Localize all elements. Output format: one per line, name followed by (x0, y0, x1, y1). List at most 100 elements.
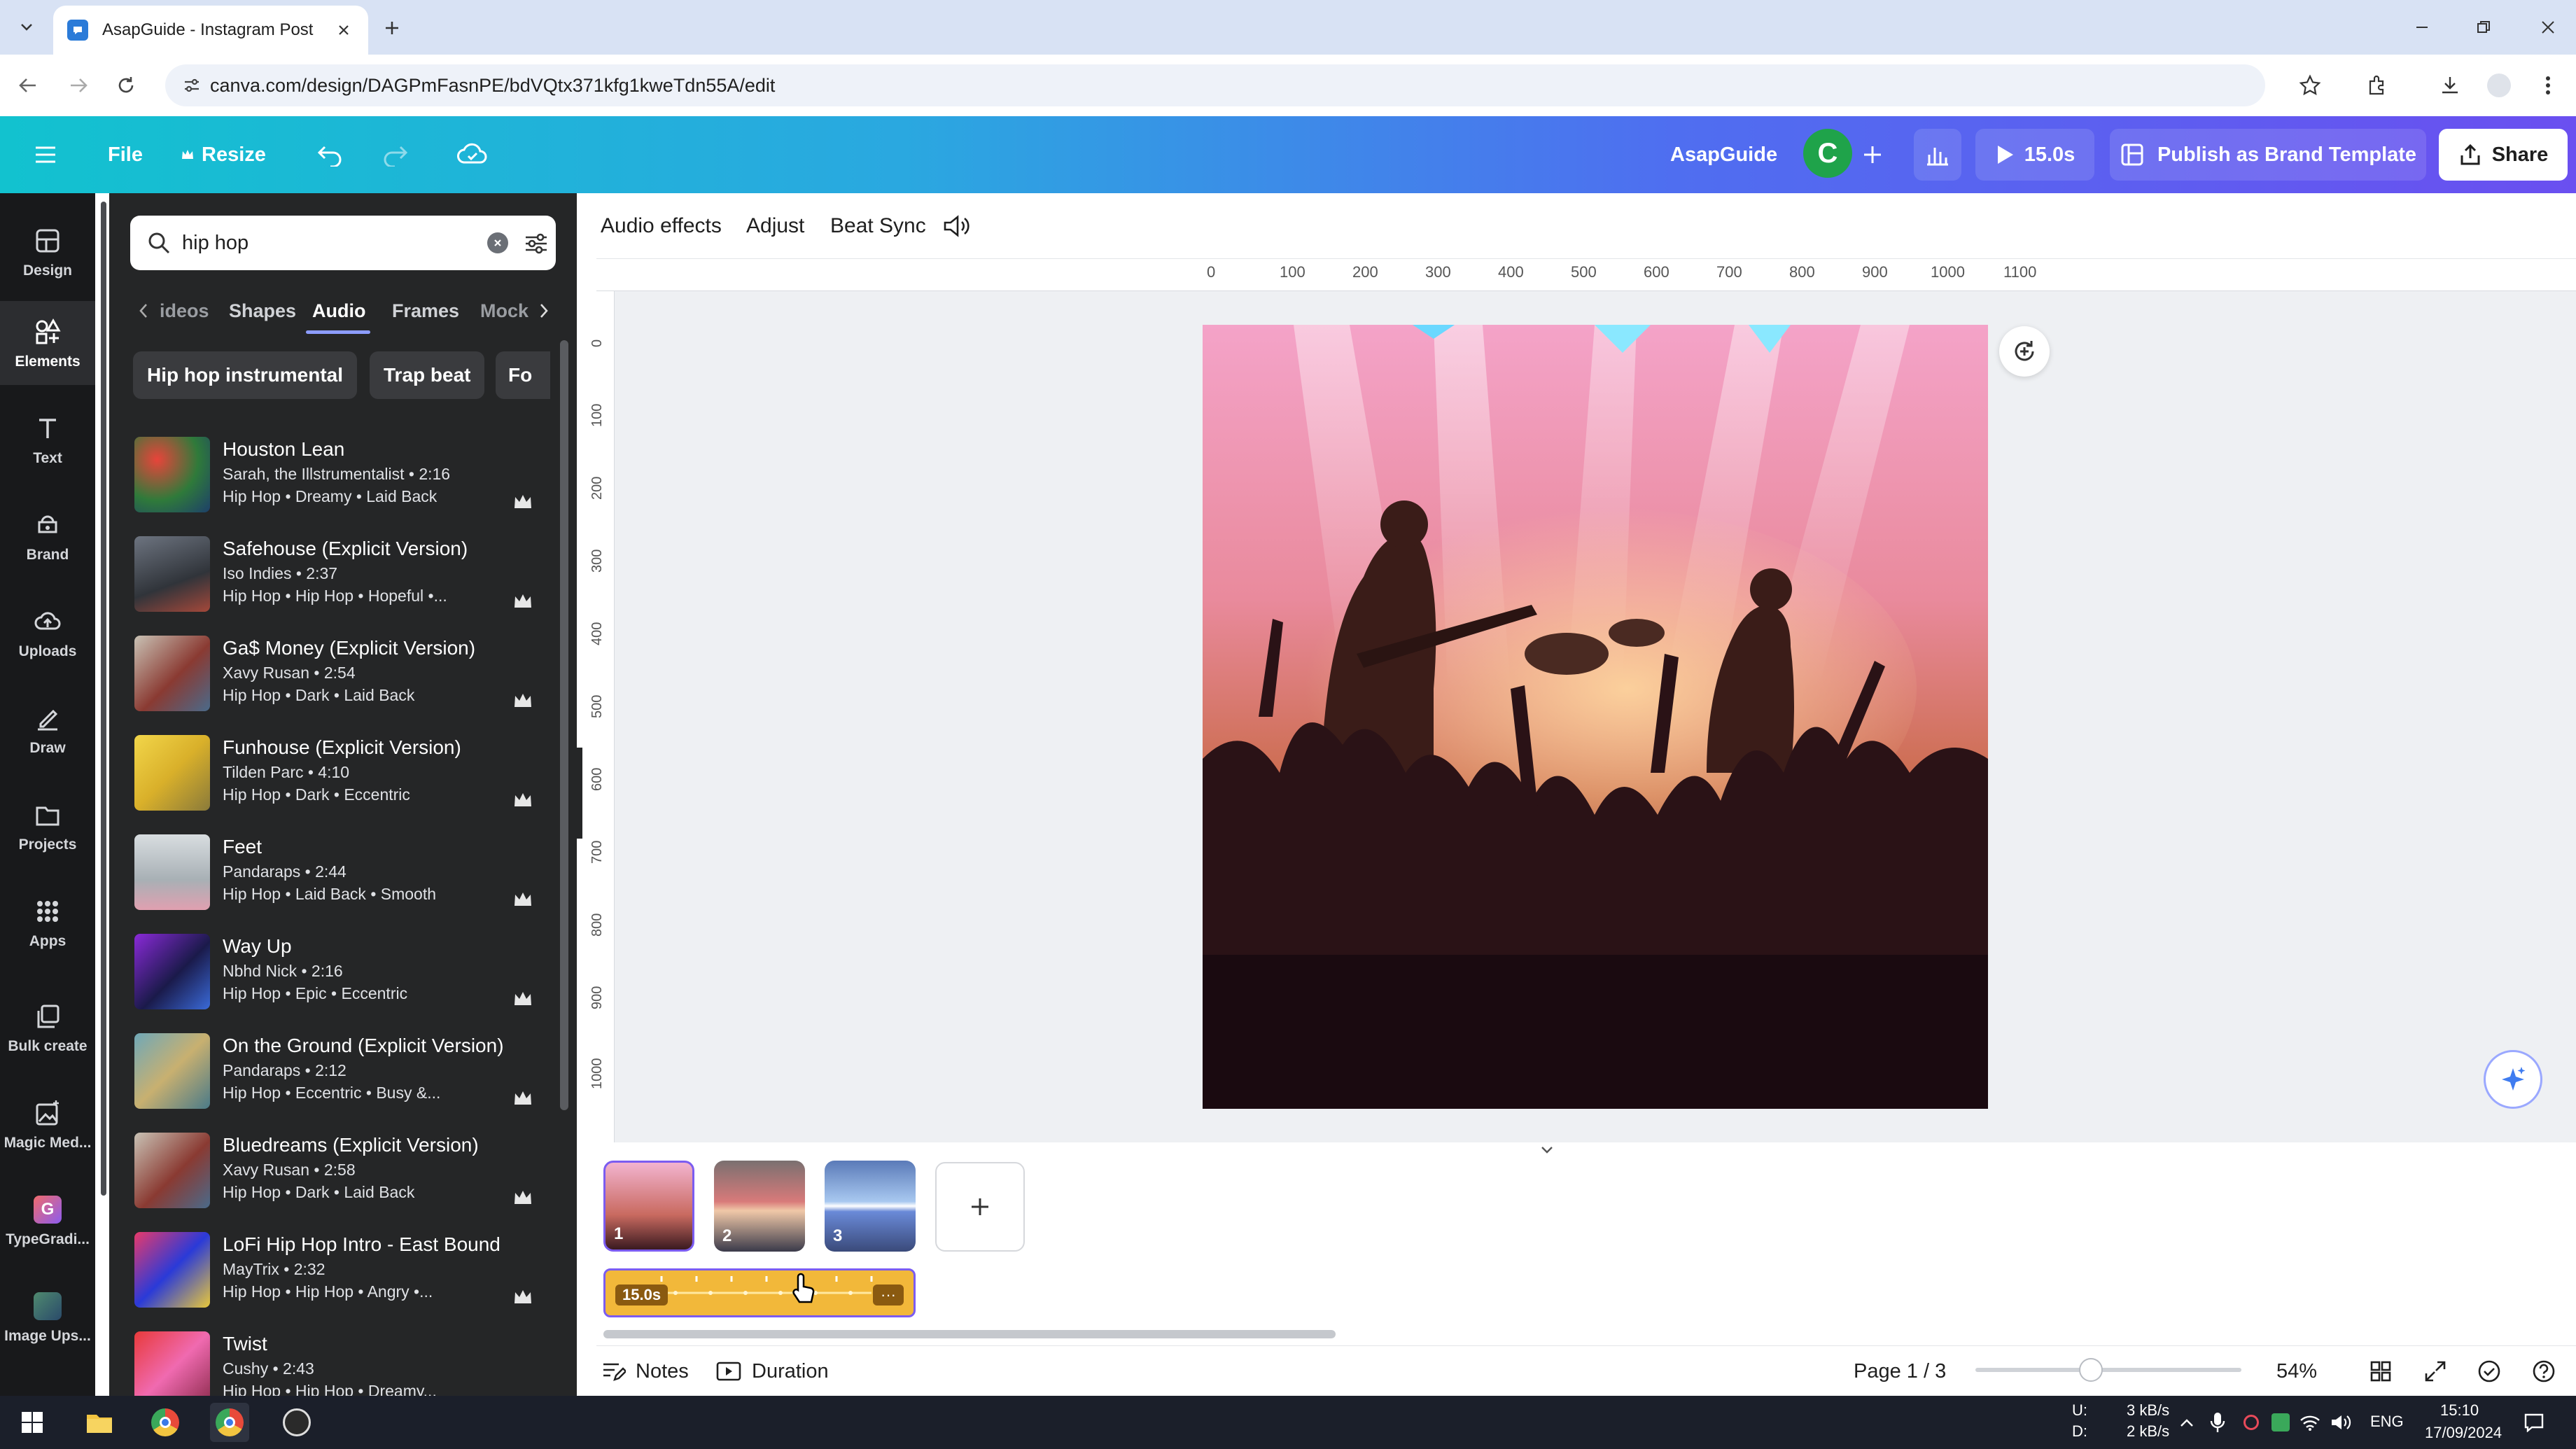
rail-item-projects[interactable]: Projects (0, 784, 95, 868)
duration-button[interactable]: Duration (715, 1346, 829, 1396)
more-menu-icon[interactable] (2533, 70, 2563, 101)
magic-assistant-button[interactable] (2484, 1050, 2542, 1109)
audio-track-item[interactable]: On the Ground (Explicit Version) Pandara… (134, 1028, 554, 1119)
suggestion-chip[interactable]: Hip hop instrumental (133, 351, 357, 399)
tabs-scroll-left[interactable] (137, 290, 150, 332)
rail-item-typegradient[interactable]: G TypeGradi... (0, 1179, 95, 1263)
menu-button[interactable] (34, 116, 57, 193)
audio-track-item[interactable]: Houston Lean Sarah, the Illstrumentalist… (134, 431, 554, 522)
page-thumbnail[interactable]: 3 (825, 1161, 916, 1252)
extensions-icon[interactable] (2362, 70, 2393, 101)
file-explorer-icon[interactable] (80, 1403, 119, 1442)
audio-more-options-icon[interactable]: ··· (873, 1284, 904, 1306)
forward-button[interactable] (63, 70, 94, 101)
hide-timeline-button[interactable] (1526, 1142, 1568, 1158)
audio-track-item[interactable]: Funhouse (Explicit Version) Tilden Parc … (134, 729, 554, 820)
volume-button[interactable] (942, 193, 972, 259)
team-name[interactable]: AsapGuide (1670, 116, 1777, 193)
reload-button[interactable] (111, 70, 141, 101)
notification-center-icon[interactable] (2514, 1403, 2554, 1442)
speaker-icon[interactable] (2321, 1403, 2360, 1442)
suggestion-chip[interactable]: Fo (496, 351, 550, 399)
adjust-button[interactable]: Adjust (746, 193, 804, 259)
close-window-button[interactable] (2527, 10, 2569, 45)
audio-track-item[interactable]: Way Up Nbhd Nick • 2:16 Hip Hop • Epic •… (134, 928, 554, 1019)
bookmark-star-icon[interactable] (2295, 70, 2325, 101)
add-page-button[interactable] (935, 1162, 1025, 1252)
back-button[interactable] (13, 70, 43, 101)
page-thumbnail[interactable]: 1 (603, 1161, 694, 1252)
new-tab-button[interactable] (378, 14, 406, 42)
check-button[interactable] (2477, 1346, 2502, 1396)
rail-item-design[interactable]: Design (0, 210, 95, 294)
audio-track-item[interactable]: Bluedreams (Explicit Version) Xavy Rusan… (134, 1127, 554, 1218)
audio-track-item[interactable]: Ga$ Money (Explicit Version) Xavy Rusan … (134, 630, 554, 721)
page-indicator[interactable]: Page 1 / 3 (1854, 1346, 1946, 1396)
audio-track-item[interactable]: Safehouse (Explicit Version) Iso Indies … (134, 531, 554, 622)
clock-date[interactable]: 17/09/2024 (2425, 1424, 2502, 1442)
filter-icon[interactable] (522, 230, 550, 258)
chrome-active-icon[interactable] (210, 1403, 249, 1442)
grid-view-button[interactable] (2369, 1346, 2393, 1396)
page-thumbnail[interactable]: 2 (714, 1161, 805, 1252)
rail-scrollbar[interactable] (101, 202, 106, 1196)
regenerate-button[interactable] (1999, 326, 2050, 377)
tray-chevron-up-icon[interactable] (2167, 1403, 2206, 1442)
zoom-slider-handle[interactable] (2079, 1358, 2103, 1382)
zoom-level[interactable]: 54% (2276, 1346, 2317, 1396)
site-settings-icon[interactable] (181, 74, 203, 97)
tab-videos[interactable]: ideos (160, 290, 209, 332)
tab-audio[interactable]: Audio (312, 290, 365, 332)
beat-sync-button[interactable]: Beat Sync (830, 193, 926, 259)
tab-search-button[interactable] (13, 13, 41, 41)
fullscreen-button[interactable] (2423, 1346, 2447, 1396)
notes-button[interactable]: Notes (601, 1346, 689, 1396)
analytics-button[interactable] (1914, 129, 1961, 181)
resize-button[interactable]: Resize (181, 116, 266, 193)
windows-start-icon[interactable] (13, 1403, 52, 1442)
audio-effects-button[interactable]: Audio effects (601, 193, 722, 259)
tab-shapes[interactable]: Shapes (229, 290, 296, 332)
rail-item-text[interactable]: Text (0, 398, 95, 482)
redo-button[interactable] (381, 116, 409, 193)
audio-track-item[interactable]: LoFi Hip Hop Intro - East Bound MayTrix … (134, 1226, 554, 1317)
tabs-scroll-right[interactable] (538, 290, 550, 332)
download-icon[interactable] (2435, 70, 2465, 101)
chrome-icon[interactable] (146, 1403, 185, 1442)
search-input[interactable]: hip hop (130, 216, 556, 270)
panel-scrollbar[interactable] (560, 340, 568, 1110)
invite-plus-button[interactable] (1862, 116, 1883, 193)
zoom-slider[interactable] (1975, 1368, 2241, 1372)
profile-avatar-icon[interactable] (2484, 70, 2514, 101)
play-button[interactable]: 15.0s (1975, 129, 2094, 181)
audio-track-strip[interactable]: 15.0s ··· (603, 1268, 916, 1317)
undo-button[interactable] (316, 116, 344, 193)
suggestion-chip[interactable]: Trap beat (370, 351, 485, 399)
rail-item-image-upscaler[interactable]: Image Ups... (0, 1275, 95, 1359)
address-bar[interactable]: canva.com/design/DAGPmFasnPE/bdVQtx371kf… (165, 64, 2265, 106)
minimize-window-button[interactable] (2401, 10, 2443, 45)
audio-track-item[interactable]: Feet Pandaraps • 2:44 Hip Hop • Laid Bac… (134, 829, 554, 920)
clock-time[interactable]: 15:10 (2440, 1401, 2479, 1420)
rail-item-brand[interactable]: Brand (0, 494, 95, 578)
share-button[interactable]: Share (2439, 129, 2568, 181)
publish-brand-template-button[interactable]: Publish as Brand Template (2110, 129, 2426, 181)
browser-tab-active[interactable]: AsapGuide - Instagram Post (53, 6, 368, 55)
clear-search-icon[interactable] (487, 232, 508, 253)
close-tab-icon[interactable] (333, 20, 354, 41)
rail-item-magic-media[interactable]: Magic Med... (0, 1082, 95, 1166)
obs-recorder-icon[interactable] (277, 1403, 316, 1442)
rail-item-draw[interactable]: Draw (0, 687, 95, 771)
cloud-save-icon[interactable] (456, 116, 489, 193)
tab-mockups[interactable]: Mock (480, 290, 528, 332)
rail-item-elements[interactable]: Elements (0, 301, 95, 385)
file-menu[interactable]: File (108, 116, 143, 193)
audio-track-item[interactable]: Twist Cushy • 2:43 Hip Hop • Hip Hop • D… (134, 1326, 554, 1396)
rail-item-apps[interactable]: Apps (0, 881, 95, 965)
rail-item-uploads[interactable]: Uploads (0, 591, 95, 675)
tab-frames[interactable]: Frames (392, 290, 459, 332)
user-avatar[interactable]: C (1803, 129, 1852, 178)
help-button[interactable] (2531, 1346, 2556, 1396)
timeline-scrollbar[interactable] (603, 1330, 1336, 1338)
language-indicator[interactable]: ENG (2370, 1413, 2404, 1431)
